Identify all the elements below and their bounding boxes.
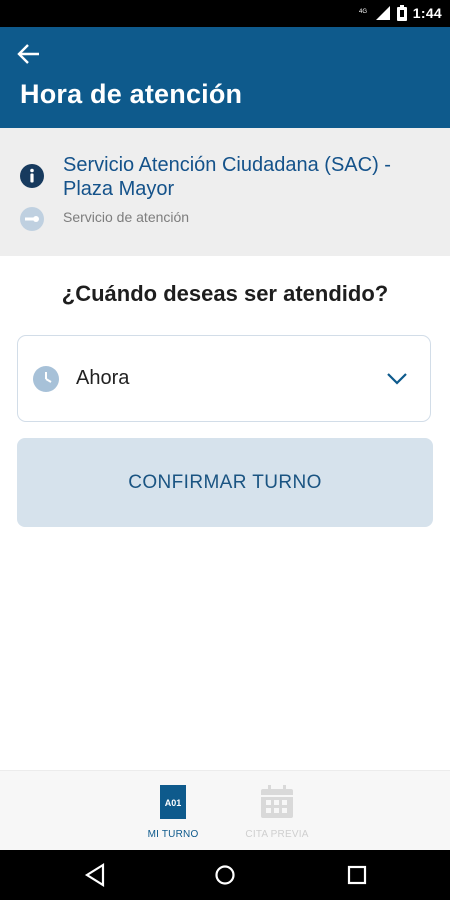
nav-label-cita-previa: CITA PREVIA (245, 829, 309, 840)
nav-item-cita-previa[interactable]: CITA PREVIA (232, 785, 322, 840)
calendar-icon (261, 785, 293, 818)
ticket-icon: A01 (160, 785, 186, 819)
back-triangle-icon[interactable] (84, 863, 106, 887)
arrow-left-icon (17, 44, 39, 64)
info-icon (20, 164, 44, 188)
svg-text:4G: 4G (359, 9, 367, 15)
status-bar: 4G 1:44 (0, 0, 450, 27)
page-title: Hora de atención (20, 79, 243, 109)
confirm-turn-button[interactable]: CONFIRMAR TURNO (17, 438, 433, 527)
recents-square-icon[interactable] (346, 863, 368, 887)
nav-label-mi-turno: MI TURNO (147, 829, 199, 840)
home-circle-icon[interactable] (214, 863, 236, 887)
system-nav-bar (0, 850, 450, 900)
question-heading: ¿Cuándo deseas ser atendido? (61, 281, 389, 306)
key-icon (20, 207, 44, 231)
time-select-value: Ahora (76, 367, 130, 389)
back-button[interactable] (12, 37, 48, 67)
signal-icon (375, 6, 390, 20)
service-type: Servicio de atención (63, 209, 190, 225)
time-select-dropdown[interactable]: Ahora (17, 335, 431, 422)
bottom-nav: A01 MI TURNO CITA PREVIA (0, 770, 450, 850)
service-name: Servicio Atención Ciudadana (SAC) - Plaz… (63, 154, 391, 200)
battery-icon (396, 5, 407, 21)
ticket-badge: A01 (165, 798, 182, 808)
clock-icon (33, 366, 59, 392)
app-bar: Hora de atención (0, 27, 450, 128)
status-icons: 4G 1:44 (359, 5, 442, 21)
chevron-down-icon (387, 373, 407, 385)
nav-item-mi-turno[interactable]: A01 MI TURNO (128, 785, 218, 840)
status-time: 1:44 (412, 5, 442, 21)
network-4g-icon: 4G (359, 9, 367, 15)
